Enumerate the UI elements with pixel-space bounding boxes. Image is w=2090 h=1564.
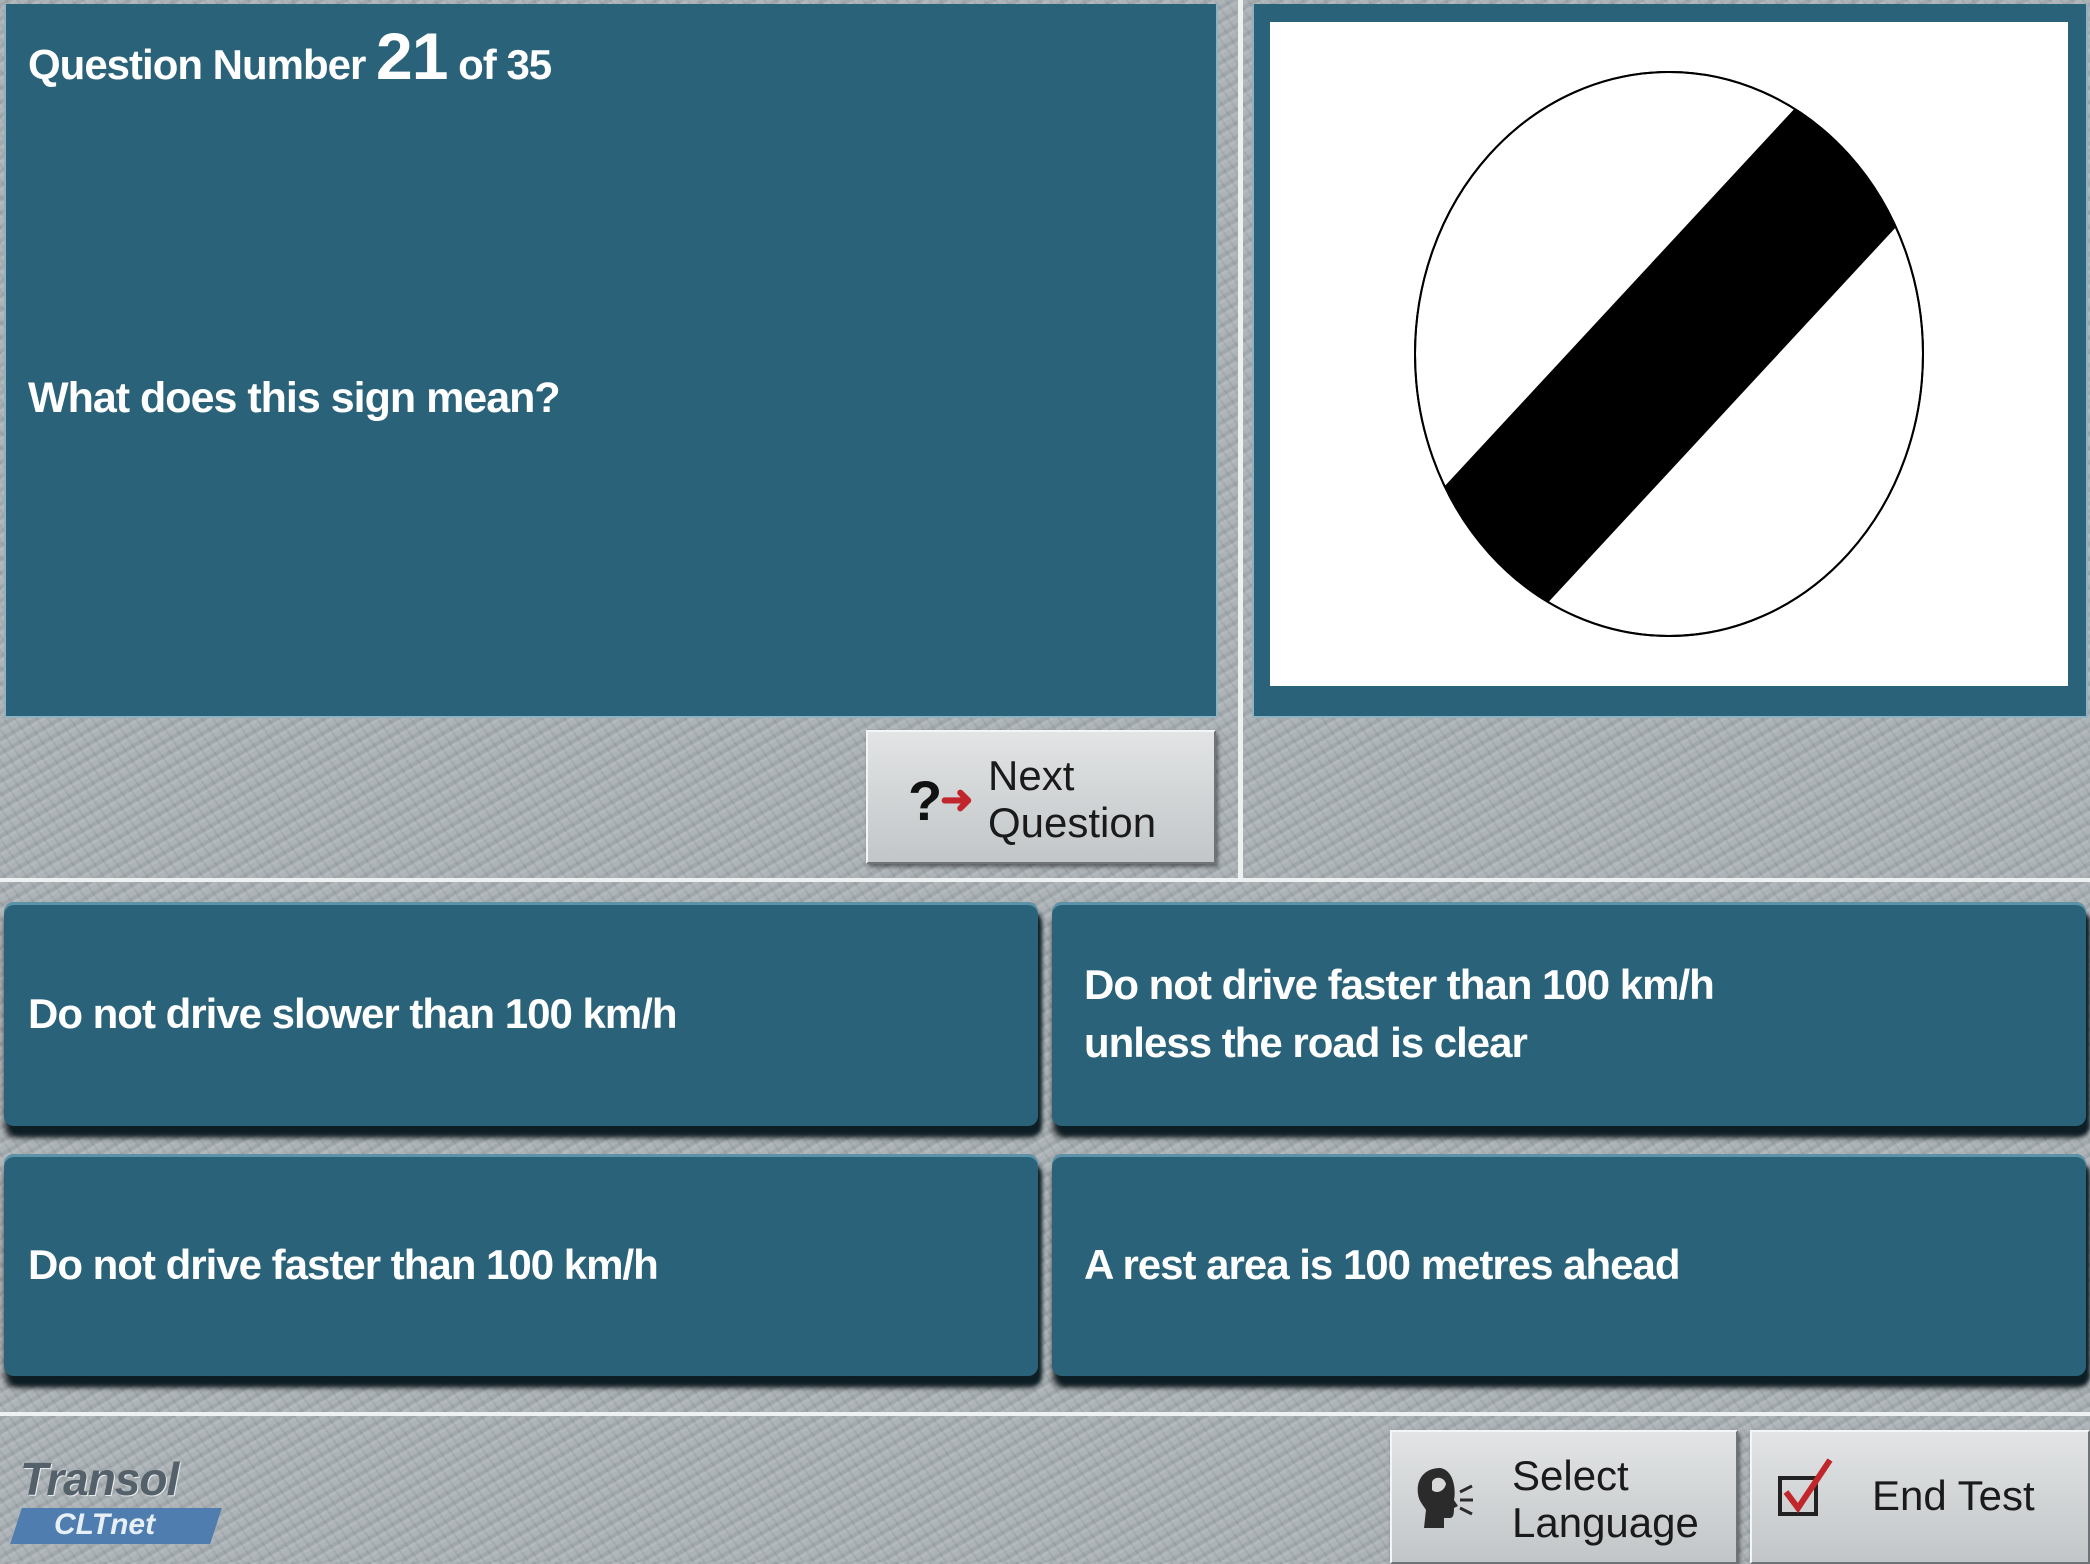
answer-option-1[interactable]: Do not drive slower than 100 km/h xyxy=(4,902,1038,1126)
question-panel: Question Number 21 of 35 What does this … xyxy=(4,4,1218,718)
speaking-head-icon xyxy=(1417,1468,1473,1528)
answer-text: Do not drive faster than 100 km/h unless… xyxy=(1084,961,1715,1066)
question-total: of 35 xyxy=(458,41,552,88)
logo-subtitle: CLTnet xyxy=(54,1508,156,1541)
answer-option-2[interactable]: Do not drive faster than 100 km/h unless… xyxy=(1052,902,2086,1126)
transol-logo: Transol CLTnet xyxy=(10,1452,236,1544)
next-question-label: Next Question xyxy=(988,752,1157,847)
select-language-button[interactable]: Select Language xyxy=(1390,1430,1738,1564)
next-question-button[interactable]: ? ➜ Next Question xyxy=(866,730,1216,864)
sign-image-panel xyxy=(1252,4,2088,718)
question-number-prefix: Question Number xyxy=(28,41,366,88)
sign-image xyxy=(1270,22,2068,686)
horizontal-divider xyxy=(0,878,2090,882)
question-text: What does this sign mean? xyxy=(28,374,561,422)
horizontal-divider xyxy=(0,1412,2090,1416)
end-test-button[interactable]: End Test xyxy=(1750,1430,2090,1564)
end-test-label: End Test xyxy=(1872,1472,2035,1519)
end-of-speed-limit-sign-icon xyxy=(1414,71,1924,637)
select-language-label: Select Language xyxy=(1512,1452,1699,1547)
logo-title: Transol xyxy=(20,1453,179,1505)
question-number-value: 21 xyxy=(376,19,448,93)
question-arrow-icon: ? xyxy=(908,769,943,832)
answer-text: Do not drive slower than 100 km/h xyxy=(28,990,677,1038)
red-arrow-icon: ➜ xyxy=(940,778,974,822)
question-number: Question Number 21 of 35 xyxy=(28,18,552,94)
answer-text: A rest area is 100 metres ahead xyxy=(1084,1241,1680,1289)
checkbox-tick-icon xyxy=(1778,1458,1833,1516)
answer-text: Do not drive faster than 100 km/h xyxy=(28,1241,659,1289)
answer-option-4[interactable]: A rest area is 100 metres ahead xyxy=(1052,1154,2086,1376)
answer-option-3[interactable]: Do not drive faster than 100 km/h xyxy=(4,1154,1038,1376)
vertical-divider xyxy=(1238,0,1243,880)
